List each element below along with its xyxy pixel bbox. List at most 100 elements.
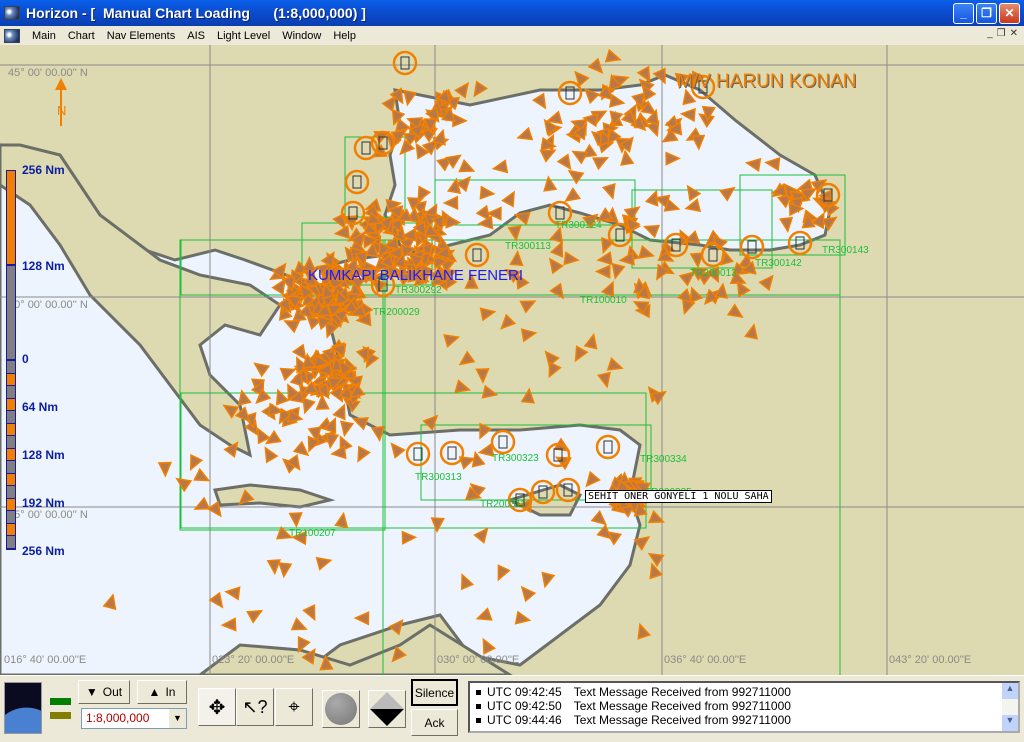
zoom-out-button[interactable]: ▼ Out (78, 680, 130, 704)
child-restore-button[interactable]: ❐ (997, 28, 1006, 39)
vessel-icon[interactable] (726, 303, 745, 322)
base-station-icon[interactable] (392, 50, 418, 76)
menu-bar: Main Chart Nav Elements AIS Light Level … (0, 26, 1024, 45)
move-icon: ✥ (208, 696, 226, 719)
vessel-icon[interactable] (563, 251, 580, 266)
longitude-label: 016° 40' 00.00''E (4, 654, 87, 666)
vessel-icon[interactable] (545, 255, 564, 275)
vessel-icon[interactable] (454, 80, 472, 99)
vessel-icon[interactable] (647, 509, 666, 527)
vessel-icon[interactable] (443, 331, 461, 348)
vessel-icon[interactable] (604, 48, 622, 65)
vessel-icon[interactable] (479, 306, 497, 322)
vessel-icon[interactable] (646, 562, 664, 580)
vessel-icon[interactable] (606, 357, 624, 373)
silence-button[interactable]: Silence (411, 679, 458, 706)
diamond-button[interactable] (368, 690, 406, 728)
vessel-icon[interactable] (544, 361, 562, 379)
ack-button[interactable]: Ack (411, 709, 458, 736)
circle-icon (325, 693, 357, 725)
vessel-icon[interactable] (587, 57, 607, 77)
menu-help[interactable]: Help (327, 30, 362, 42)
vessel-icon[interactable] (475, 368, 490, 384)
pan-tool-button[interactable]: ✥ (198, 688, 236, 726)
scroll-up-button[interactable]: ▲ (1002, 683, 1018, 699)
vessel-icon[interactable] (422, 412, 442, 431)
vessel-icon[interactable] (594, 264, 611, 279)
chart-label: TR300313 (415, 472, 462, 483)
child-minimize-button[interactable]: _ (987, 28, 993, 39)
longitude-label: 023° 20' 00.00''E (212, 654, 295, 666)
bullet-icon (476, 718, 481, 723)
crosshair-icon: ⌖ (288, 695, 300, 718)
close-button[interactable]: ✕ (999, 3, 1020, 24)
menu-window[interactable]: Window (276, 30, 327, 42)
maximize-button[interactable]: ❐ (976, 3, 997, 24)
vessel-icon[interactable] (758, 272, 778, 292)
light-name-label: KUMKAPI BALIKHANE FENERI (308, 267, 524, 284)
vessel-icon[interactable] (634, 622, 652, 640)
minimize-button[interactable]: _ (953, 3, 974, 24)
station-glyph-icon (400, 56, 410, 70)
longitude-label: 030° 00' 00.00''E (437, 654, 520, 666)
record-button[interactable] (322, 690, 360, 728)
chart-label: TR200311 (480, 499, 526, 510)
vessel-icon[interactable] (520, 387, 535, 404)
chart-label: TR300142 (755, 258, 802, 269)
scale-label: 64 Nm (22, 400, 59, 414)
chart-map[interactable]: 45° 00' 00.00'' N 40° 00' 00.00'' N 35° … (0, 45, 1024, 675)
vessel-icon[interactable] (596, 371, 613, 389)
vessel-icon[interactable] (497, 313, 517, 333)
menu-nav-elements[interactable]: Nav Elements (101, 30, 181, 42)
vessel-icon[interactable] (583, 332, 600, 350)
base-station-icon[interactable] (464, 242, 490, 268)
message-item[interactable]: UTC 09:44:46 Text Message Received from 9… (476, 713, 1012, 727)
base-station-icon[interactable] (607, 222, 633, 248)
vessel-icon[interactable] (519, 296, 538, 314)
earth-icon (4, 682, 42, 734)
message-item[interactable]: UTC 09:42:45 Text Message Received from 9… (476, 685, 1012, 699)
app-icon (4, 6, 20, 20)
vessel-icon[interactable] (744, 323, 759, 340)
scale-select[interactable]: 1:8,000,000 ▼ (81, 708, 187, 729)
menu-ais[interactable]: AIS (181, 30, 211, 42)
vessel-icon[interactable] (609, 262, 626, 280)
vessel-icon[interactable] (596, 251, 613, 266)
crosshair-tool-button[interactable]: ⌖ (275, 688, 313, 726)
zoom-in-button[interactable]: ▲ In (137, 680, 187, 704)
menu-chart[interactable]: Chart (62, 30, 101, 42)
vessel-icon[interactable] (507, 225, 522, 242)
vessel-icon[interactable] (333, 224, 350, 240)
diamond-icon (370, 692, 404, 726)
vessel-icon[interactable] (469, 80, 489, 99)
menu-main[interactable]: Main (26, 30, 62, 42)
bottom-toolbar: ▼ Out ▲ In 1:8,000,000 ▼ ✥ ↖? ⌖ Silence Ac… (0, 675, 1024, 742)
station-glyph-icon (361, 141, 371, 155)
vessel-icon[interactable] (618, 251, 635, 266)
vessel-icon[interactable] (570, 345, 589, 363)
chevron-down-icon[interactable]: ▼ (169, 709, 186, 728)
child-close-button[interactable]: ✕ (1010, 28, 1018, 39)
north-label: N (57, 103, 67, 118)
vessel-icon[interactable] (549, 282, 568, 302)
vessel-icon[interactable] (520, 327, 538, 343)
scale-value: 1:8,000,000 (86, 711, 150, 725)
vessel-icon[interactable] (481, 384, 499, 401)
message-item[interactable]: UTC 09:42:50 Text Message Received from 9… (476, 699, 1012, 713)
scrollbar[interactable]: ▲ ▼ (1002, 683, 1018, 731)
scale-label: 256 Nm (22, 163, 65, 177)
chart-label: TR100010 (580, 295, 627, 306)
cursor-question-icon: ↖? (242, 696, 268, 717)
vessel-icon[interactable] (509, 250, 524, 267)
scroll-down-button[interactable]: ▼ (1002, 715, 1018, 731)
query-tool-button[interactable]: ↖? (236, 688, 274, 726)
base-station-icon[interactable] (344, 169, 370, 195)
vessel-icon[interactable] (638, 245, 655, 261)
station-glyph-icon (472, 248, 482, 262)
vessel-icon[interactable] (457, 350, 476, 369)
message-log[interactable]: UTC 09:42:45 Text Message Received from 9… (468, 681, 1020, 733)
chart-label: TR100207 (289, 528, 336, 539)
vessel-icon[interactable] (646, 549, 665, 568)
vessel-name-label[interactable]: M/V HARUN KONAN (677, 71, 856, 93)
menu-light-level[interactable]: Light Level (211, 30, 276, 42)
